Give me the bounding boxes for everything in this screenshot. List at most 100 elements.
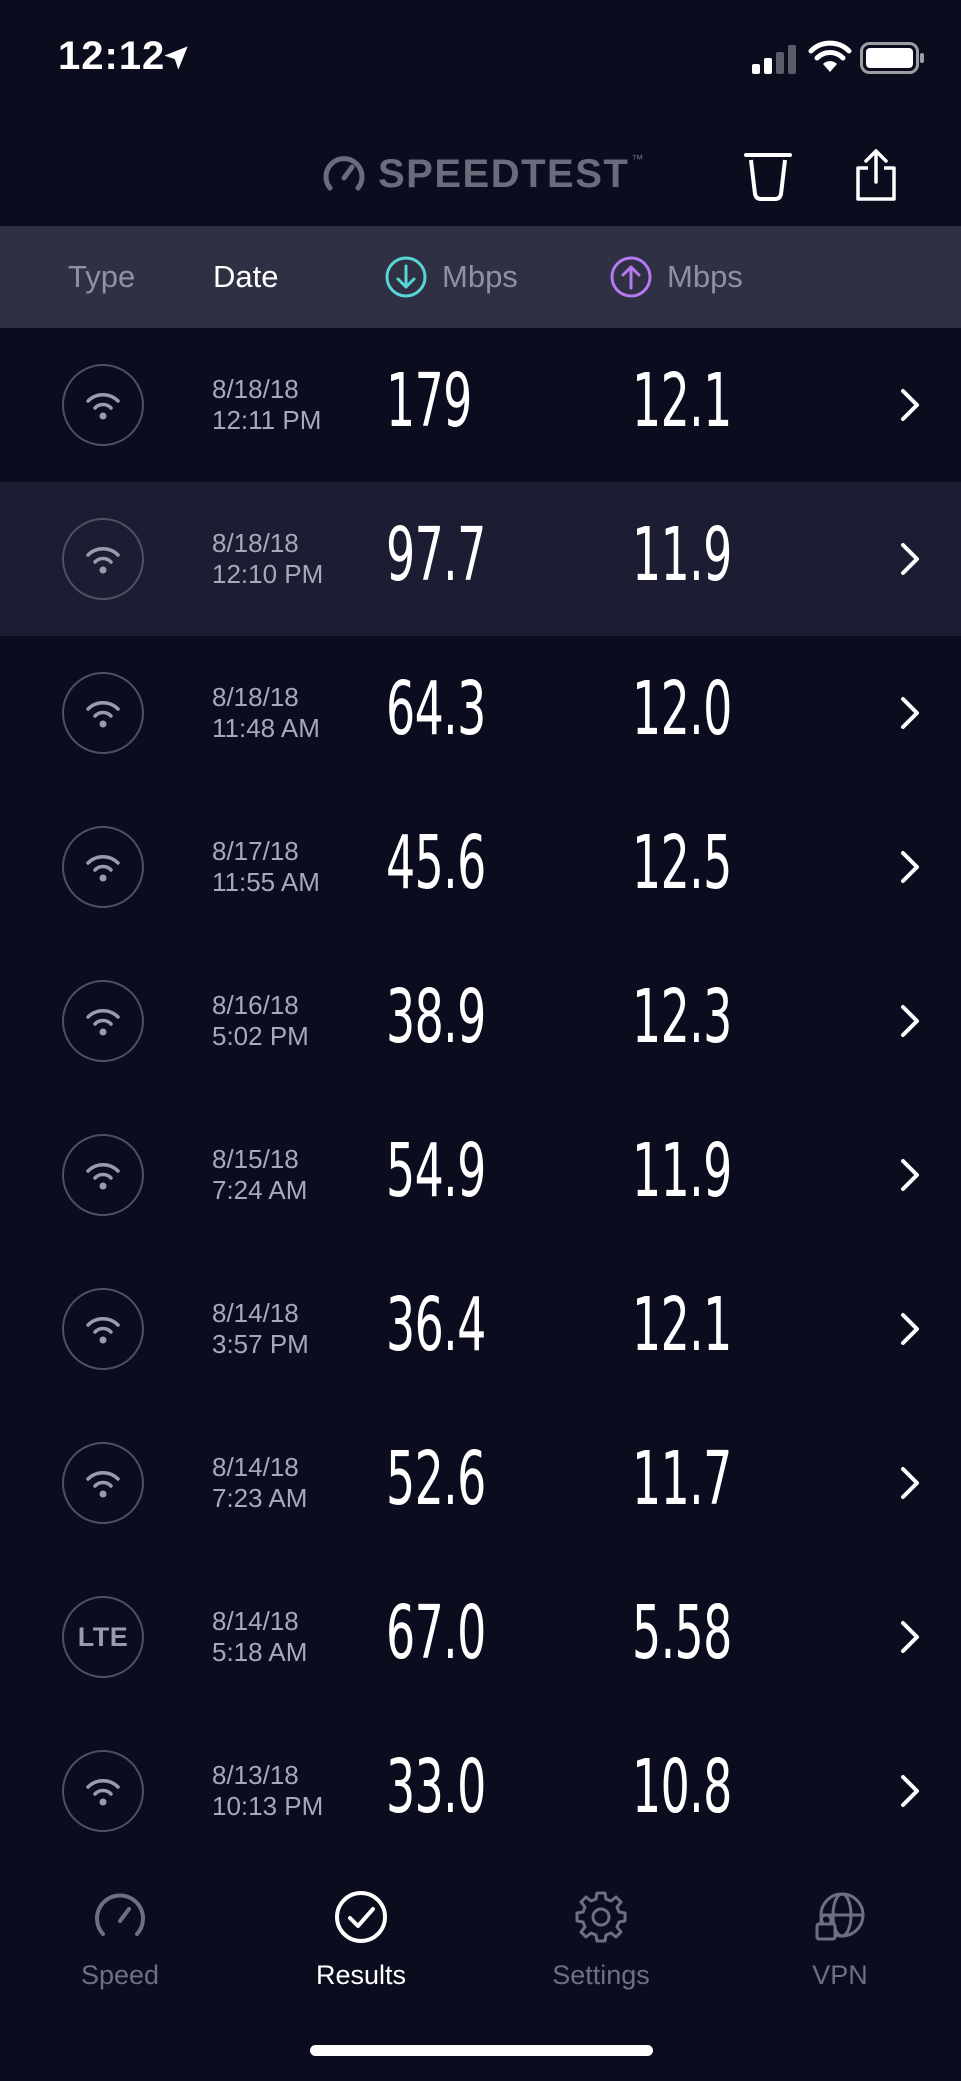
speedtest-results-screen: 12:12 SPEEDTEST ™ Type Date Mbps Mbps 8/… — [0, 0, 961, 2081]
chevron-right-icon — [901, 1159, 919, 1191]
checkmark-circle-icon — [335, 1891, 387, 1943]
logo-trademark: ™ — [631, 152, 644, 166]
download-speed: 52.6 — [386, 1436, 486, 1522]
result-row[interactable]: 8/13/18 10:13 PM 33.0 10.8 — [0, 1714, 961, 1868]
result-date: 8/18/18 — [212, 374, 299, 404]
result-time: 7:24 AM — [212, 1175, 308, 1205]
tab-vpn[interactable]: VPN — [740, 1888, 940, 1991]
chevron-right-icon — [901, 1313, 919, 1345]
download-speed: 97.7 — [386, 512, 486, 598]
result-date: 8/18/18 — [212, 682, 299, 712]
result-date: 8/14/18 — [212, 1452, 299, 1482]
share-icon — [856, 149, 896, 201]
download-speed: 67.0 — [386, 1590, 486, 1676]
download-speed: 179 — [386, 358, 472, 444]
lte-type-badge: LTE — [62, 1596, 144, 1678]
tab-speed-label: Speed — [80, 1960, 160, 1990]
wifi-type-badge — [62, 980, 144, 1062]
logo-text: SPEEDTEST — [378, 151, 630, 196]
result-row[interactable]: 8/18/18 12:10 PM 97.7 11.9 — [0, 482, 961, 636]
wifi-type-badge — [62, 672, 144, 754]
result-date: 8/13/18 — [212, 1760, 299, 1790]
result-time: 7:23 AM — [212, 1483, 308, 1513]
upload-speed: 12.3 — [632, 974, 732, 1060]
download-speed: 45.6 — [386, 820, 486, 906]
wifi-type-badge — [62, 518, 144, 600]
wifi-icon — [86, 393, 120, 420]
column-date[interactable]: Date — [213, 226, 278, 328]
globe-lock-icon — [815, 1892, 865, 1941]
wifi-type-badge — [62, 1442, 144, 1524]
result-row[interactable]: 8/15/18 7:24 AM 54.9 11.9 — [0, 1098, 961, 1252]
result-datetime: 8/15/18 7:24 AM — [212, 1144, 307, 1206]
tab-settings[interactable]: Settings — [501, 1888, 701, 1991]
result-row[interactable]: 8/18/18 12:11 PM 179 12.1 — [0, 328, 961, 482]
result-time: 12:10 PM — [212, 559, 324, 589]
result-time: 12:11 PM — [212, 405, 322, 435]
result-datetime: 8/14/18 7:23 AM — [212, 1452, 307, 1514]
column-upload-label: Mbps — [667, 259, 743, 294]
result-datetime: 8/18/18 11:48 AM — [212, 682, 320, 744]
result-datetime: 8/14/18 3:57 PM — [212, 1298, 309, 1360]
upload-speed: 12.5 — [632, 820, 732, 906]
wifi-icon — [86, 1779, 120, 1806]
result-row[interactable]: 8/14/18 3:57 PM 36.4 12.1 — [0, 1252, 961, 1406]
cellular-signal-icon — [752, 45, 796, 74]
result-row[interactable]: 8/14/18 7:23 AM 52.6 11.7 — [0, 1406, 961, 1560]
result-time: 10:13 PM — [212, 1791, 324, 1821]
upload-speed: 11.7 — [632, 1436, 732, 1522]
upload-speed: 10.8 — [632, 1744, 732, 1830]
download-speed: 38.9 — [386, 974, 486, 1060]
speedometer-icon — [95, 1893, 145, 1936]
download-speed: 36.4 — [386, 1282, 486, 1368]
result-time: 11:48 AM — [212, 713, 320, 743]
column-type[interactable]: Type — [68, 226, 135, 328]
upload-speed: 11.9 — [632, 512, 732, 598]
wifi-icon — [86, 1163, 120, 1190]
column-type-label: Type — [68, 259, 136, 294]
home-indicator[interactable] — [310, 2045, 653, 2056]
result-row[interactable]: LTE 8/14/18 5:18 AM 67.0 5.58 — [0, 1560, 961, 1714]
speedtest-logo: SPEEDTEST ™ — [322, 146, 643, 202]
column-upload[interactable]: Mbps — [609, 226, 743, 328]
upload-speed: 11.9 — [632, 1128, 732, 1214]
upload-speed: 12.1 — [632, 358, 732, 444]
result-datetime: 8/17/18 11:55 AM — [212, 836, 320, 898]
chevron-right-icon — [901, 1621, 919, 1653]
result-row[interactable]: 8/17/18 11:55 AM 45.6 12.5 — [0, 790, 961, 944]
chevron-right-icon — [901, 389, 919, 421]
wifi-icon — [86, 1009, 120, 1036]
wifi-icon — [86, 855, 120, 882]
result-datetime: 8/13/18 10:13 PM — [212, 1760, 323, 1822]
speedometer-logo-icon — [323, 156, 365, 191]
share-results-button[interactable] — [841, 140, 911, 210]
chevron-right-icon — [901, 1775, 919, 1807]
chevron-right-icon — [901, 1467, 919, 1499]
delete-results-button[interactable] — [733, 140, 803, 210]
result-row[interactable]: 8/16/18 5:02 PM 38.9 12.3 — [0, 944, 961, 1098]
wifi-icon — [86, 1471, 120, 1498]
upload-speed: 12.0 — [632, 666, 732, 752]
result-time: 5:18 AM — [212, 1637, 308, 1667]
download-speed: 54.9 — [386, 1128, 486, 1214]
column-date-label: Date — [213, 259, 279, 294]
tab-speed[interactable]: Speed — [20, 1888, 220, 1991]
upload-arrow-icon — [610, 256, 652, 298]
tab-results[interactable]: Results — [261, 1888, 461, 1991]
download-speed: 64.3 — [386, 666, 486, 752]
tab-settings-label: Settings — [552, 1960, 650, 1990]
wifi-type-badge — [62, 1750, 144, 1832]
wifi-type-badge — [62, 1134, 144, 1216]
chevron-right-icon — [901, 697, 919, 729]
chevron-right-icon — [901, 543, 919, 575]
battery-icon — [860, 42, 924, 74]
status-time: 12:12 — [58, 34, 166, 78]
result-row[interactable]: 8/18/18 11:48 AM 64.3 12.0 — [0, 636, 961, 790]
results-column-header: Type Date Mbps Mbps — [0, 226, 961, 328]
result-datetime: 8/18/18 12:10 PM — [212, 528, 323, 590]
app-header: SPEEDTEST ™ — [0, 120, 961, 226]
wifi-type-badge — [62, 826, 144, 908]
column-download[interactable]: Mbps — [384, 226, 518, 328]
result-datetime: 8/18/18 12:11 PM — [212, 374, 321, 436]
result-date: 8/16/18 — [212, 990, 299, 1020]
